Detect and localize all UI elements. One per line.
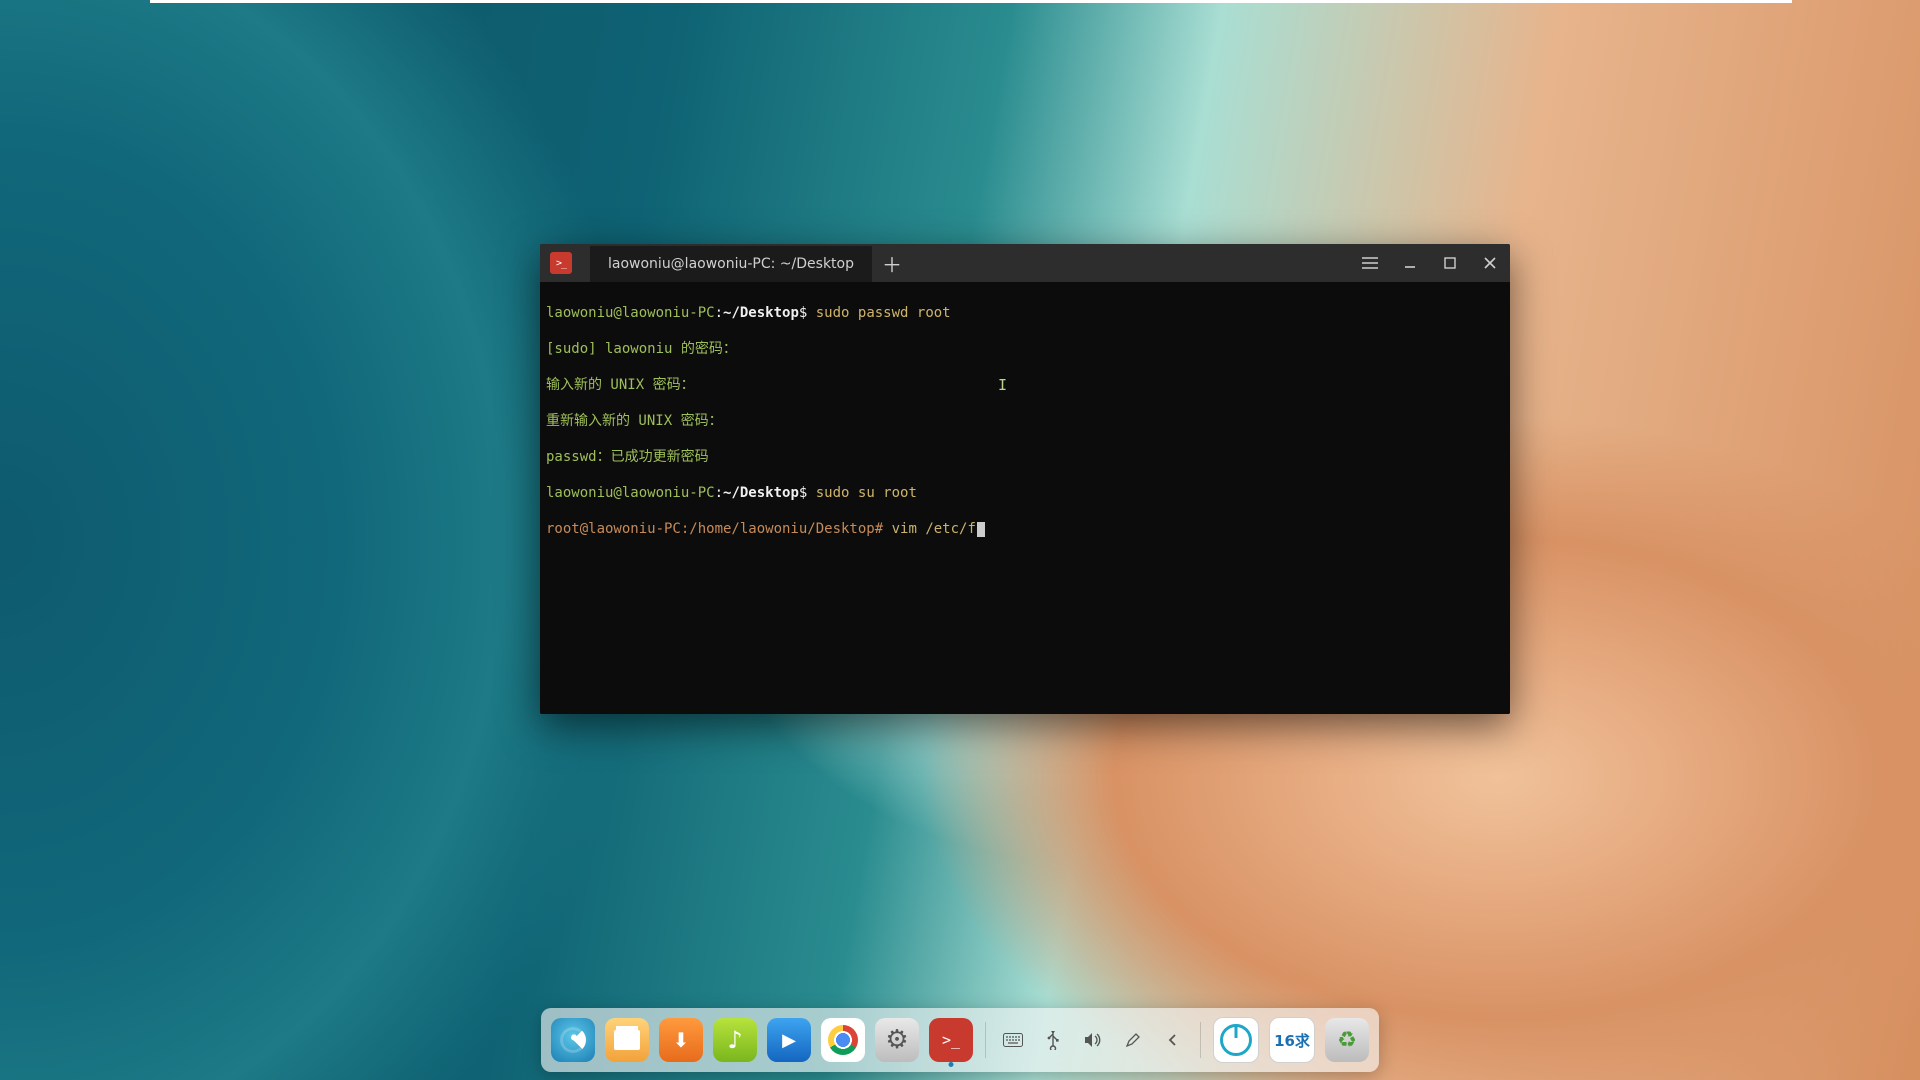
tray-back-icon[interactable] — [1158, 1018, 1188, 1062]
dock-video[interactable] — [767, 1018, 811, 1062]
dock-trash[interactable] — [1325, 1018, 1369, 1062]
terminal-window[interactable]: laowoniu@laowoniu-PC: ~/Desktop ＋ l — [540, 244, 1510, 714]
terminal-line: [sudo] laowoniu 的密码： — [546, 340, 1504, 358]
dock-file-manager[interactable] — [605, 1018, 649, 1062]
dock-launcher[interactable] — [551, 1018, 595, 1062]
terminal-app-icon — [550, 252, 572, 274]
dock[interactable]: 16求 — [541, 1008, 1379, 1072]
dock-settings[interactable] — [875, 1018, 919, 1062]
maximize-button[interactable] — [1430, 244, 1470, 282]
tray-volume-icon[interactable] — [1078, 1018, 1108, 1062]
titlebar[interactable]: laowoniu@laowoniu-PC: ~/Desktop ＋ — [540, 244, 1510, 282]
tab-strip: laowoniu@laowoniu-PC: ~/Desktop ＋ — [590, 244, 908, 282]
dock-terminal[interactable] — [929, 1018, 973, 1062]
title-controls — [1350, 244, 1510, 282]
terminal-line: laowoniu@laowoniu-PC:~/Desktop$ sudo pas… — [546, 304, 1504, 322]
close-button[interactable] — [1470, 244, 1510, 282]
dock-separator — [985, 1022, 986, 1058]
tray-keyboard-icon[interactable] — [998, 1018, 1028, 1062]
browser-chrome-strip — [150, 0, 1792, 3]
tab-title: laowoniu@laowoniu-PC: ~/Desktop — [608, 256, 854, 272]
hamburger-menu-button[interactable] — [1350, 244, 1390, 282]
power-icon — [1220, 1024, 1252, 1056]
dock-chrome[interactable] — [821, 1018, 865, 1062]
minimize-button[interactable] — [1390, 244, 1430, 282]
terminal-line: 输入新的 UNIX 密码： — [546, 376, 1504, 394]
tray-edit-icon[interactable] — [1118, 1018, 1148, 1062]
dock-input-method[interactable]: 16求 — [1269, 1017, 1315, 1063]
terminal-body[interactable]: laowoniu@laowoniu-PC:~/Desktop$ sudo pas… — [540, 282, 1510, 714]
terminal-line: 重新输入新的 UNIX 密码： — [546, 412, 1504, 430]
dock-separator — [1200, 1022, 1201, 1058]
terminal-line: passwd：已成功更新密码 — [546, 448, 1504, 466]
ime-label: 16求 — [1274, 1030, 1310, 1051]
terminal-line: root@laowoniu-PC:/home/laowoniu/Desktop#… — [546, 520, 1504, 538]
tab-active[interactable]: laowoniu@laowoniu-PC: ~/Desktop — [590, 244, 872, 282]
dock-app-store[interactable] — [659, 1018, 703, 1062]
new-tab-button[interactable]: ＋ — [876, 244, 908, 282]
desktop[interactable]: laowoniu@laowoniu-PC: ~/Desktop ＋ l — [0, 0, 1920, 1080]
dock-power-button[interactable] — [1213, 1017, 1259, 1063]
cursor-block-icon — [977, 522, 985, 537]
tray-usb-icon[interactable] — [1038, 1018, 1068, 1062]
terminal-line: laowoniu@laowoniu-PC:~/Desktop$ sudo su … — [546, 484, 1504, 502]
dock-music[interactable] — [713, 1018, 757, 1062]
